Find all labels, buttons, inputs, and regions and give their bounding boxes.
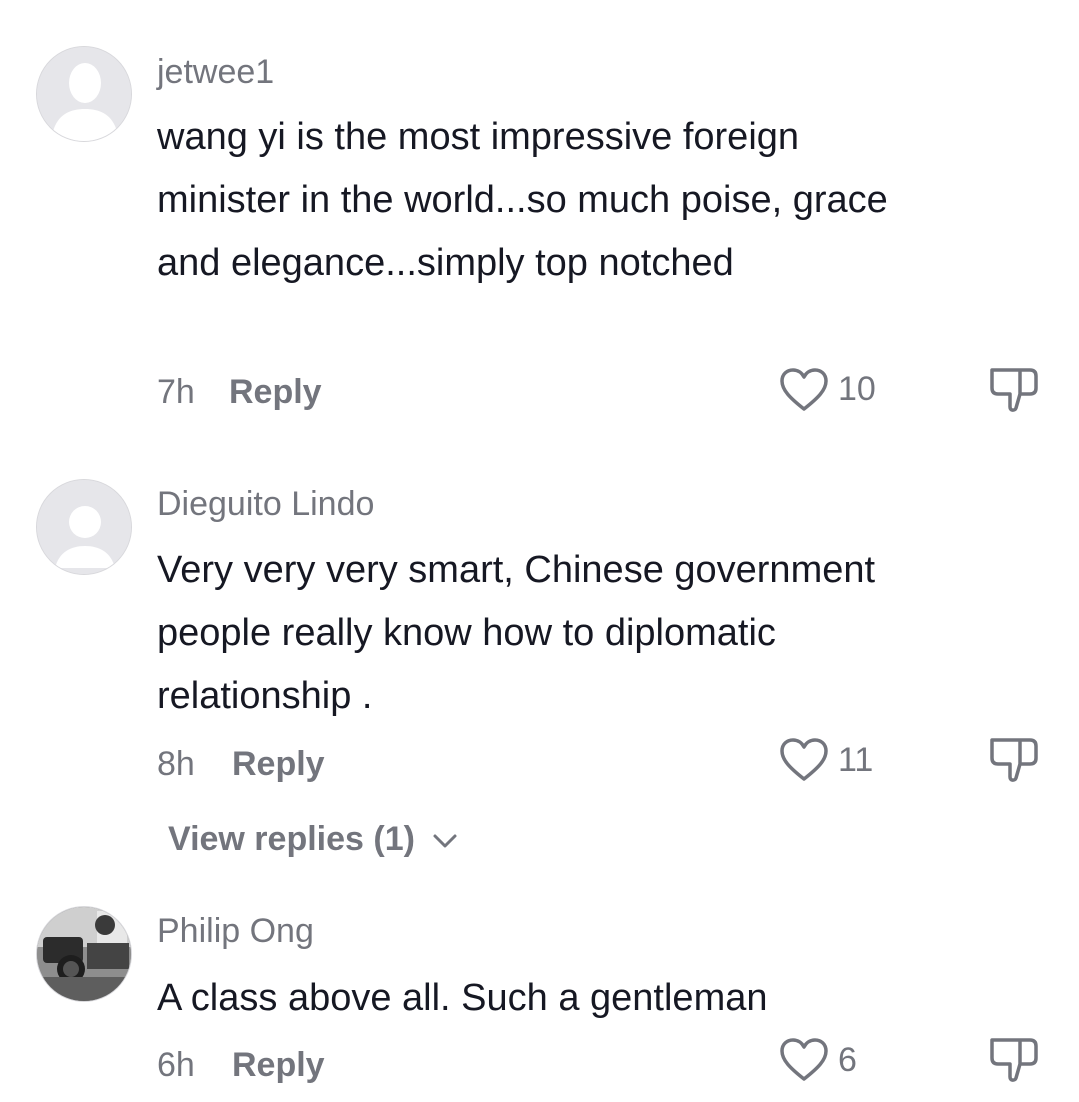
comment-username[interactable]: jetwee1 xyxy=(157,53,274,92)
like-count: 6 xyxy=(838,1041,857,1079)
comment-time: 7h xyxy=(157,373,195,411)
reply-button[interactable]: Reply xyxy=(232,745,325,784)
comment-text: wang yi is the most impressive foreign m… xyxy=(157,116,888,284)
avatar[interactable] xyxy=(36,46,132,142)
like-button[interactable] xyxy=(778,366,836,416)
dislike-button[interactable] xyxy=(986,1034,1040,1086)
photo-avatar xyxy=(37,907,131,1001)
comment-username[interactable]: Dieguito Lindo xyxy=(157,485,374,524)
comment-text: A class above all. Such a gentleman xyxy=(157,977,768,1019)
like-button[interactable] xyxy=(778,736,836,786)
avatar[interactable] xyxy=(36,479,132,575)
view-replies-button[interactable]: View replies (1) xyxy=(168,820,458,859)
view-replies-label: View replies (1) xyxy=(168,820,415,858)
comment-time: 6h xyxy=(157,1046,195,1084)
avatar[interactable] xyxy=(36,906,132,1002)
heart-outline-icon xyxy=(780,368,828,411)
dislike-button[interactable] xyxy=(986,364,1040,416)
comment-time: 8h xyxy=(157,745,195,783)
thumbs-down-icon xyxy=(990,368,1038,412)
heart-outline-icon xyxy=(780,738,828,781)
reply-button[interactable]: Reply xyxy=(232,1046,325,1085)
reply-button[interactable]: Reply xyxy=(229,373,322,412)
thumbs-down-icon xyxy=(990,1038,1038,1082)
dislike-button[interactable] xyxy=(986,734,1040,786)
comment-text: Very very very smart, Chinese government… xyxy=(157,549,876,717)
thumbs-down-icon xyxy=(990,738,1038,782)
like-button[interactable] xyxy=(778,1036,836,1086)
like-count: 11 xyxy=(838,741,874,779)
default-avatar-person-icon xyxy=(37,47,131,141)
chevron-down-icon xyxy=(433,834,457,848)
like-count: 10 xyxy=(838,370,876,408)
comment-username[interactable]: Philip Ong xyxy=(157,912,314,951)
heart-outline-icon xyxy=(780,1038,828,1081)
default-avatar-icon xyxy=(37,480,131,574)
